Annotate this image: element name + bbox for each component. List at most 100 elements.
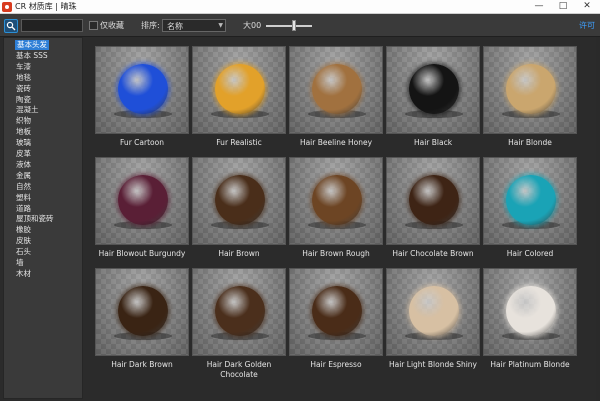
sidebar-item[interactable]: 皮革: [16, 149, 31, 159]
sidebar-item[interactable]: 墙: [16, 258, 24, 268]
minimize-icon[interactable]: —: [527, 0, 551, 13]
material-thumbnail: [95, 46, 189, 134]
title-bar: CR 材质库 | 晴珠 — □ ✕: [0, 0, 600, 14]
sidebar-item[interactable]: 塑料: [16, 193, 31, 203]
material-thumbnail: [386, 157, 480, 245]
material-label: Hair Colored: [506, 249, 554, 258]
material-label: Hair Platinum Blonde: [490, 360, 570, 369]
search-icon[interactable]: [4, 19, 18, 33]
material-preview-sphere: [118, 286, 168, 336]
sidebar-item[interactable]: 自然: [16, 182, 31, 192]
material-thumbnail: [289, 157, 383, 245]
app-logo-icon: [2, 1, 12, 12]
material-preview-sphere: [312, 64, 362, 114]
material-preview-sphere: [506, 175, 556, 225]
material-thumbnail: [386, 268, 480, 356]
material-preview-sphere: [312, 175, 362, 225]
material-card[interactable]: Hair Dark Brown: [95, 268, 189, 370]
sidebar-item[interactable]: 橡胶: [16, 225, 31, 235]
sidebar-item[interactable]: 皮肤: [16, 236, 31, 246]
sidebar-item[interactable]: 金属: [16, 171, 31, 181]
material-label: Hair Light Blonde Shiny: [388, 360, 477, 369]
material-preview-sphere: [409, 175, 459, 225]
material-card[interactable]: Hair Blowout Burgundy: [95, 157, 189, 259]
sidebar-item[interactable]: 木材: [16, 269, 31, 279]
category-sidebar: 基本头发 基本 SSS 车漆 地毯 瓷砖 陶瓷 混凝土 织物 地板 玻璃 皮革 液体 金属 自然 塑料 道路屋…: [3, 37, 83, 399]
close-icon[interactable]: ✕: [575, 0, 599, 13]
grid-scrollbar[interactable]: [596, 37, 600, 401]
material-label: Hair Beeline Honey: [299, 138, 373, 147]
material-card[interactable]: Hair Colored: [483, 157, 577, 259]
material-card[interactable]: Hair Dark Golden Chocolate: [192, 268, 286, 380]
material-card[interactable]: Hair Black: [386, 46, 480, 148]
sidebar-item[interactable]: 石头: [16, 247, 31, 257]
material-label: Hair Chocolate Brown: [392, 249, 474, 258]
sidebar-item[interactable]: 织物: [16, 116, 31, 126]
material-thumbnail: [192, 157, 286, 245]
material-preview-sphere: [409, 64, 459, 114]
material-label: Hair Blowout Burgundy: [98, 249, 186, 258]
search-input[interactable]: [21, 19, 83, 32]
sidebar-item[interactable]: 屋顶和瓷砖: [16, 214, 54, 224]
material-label: Hair Blonde: [508, 138, 552, 147]
sidebar-item[interactable]: 玻璃: [16, 138, 31, 148]
material-label: Hair Dark Brown: [111, 360, 173, 369]
sidebar-item[interactable]: 液体: [16, 160, 31, 170]
material-card[interactable]: Hair Platinum Blonde: [483, 268, 577, 370]
material-label: Hair Black: [413, 138, 453, 147]
material-thumbnail: [483, 157, 577, 245]
material-card[interactable]: Hair Light Blonde Shiny: [386, 268, 480, 370]
sidebar-item[interactable]: 地板: [16, 127, 31, 137]
material-label: Hair Brown Rough: [302, 249, 370, 258]
material-label: Fur Cartoon: [120, 138, 164, 147]
material-grid: Fur Cartoon Fur Realistic Hair Beeline Hon…: [89, 40, 596, 401]
material-thumbnail: [192, 46, 286, 134]
maximize-icon[interactable]: □: [551, 0, 575, 13]
material-card[interactable]: Fur Realistic: [192, 46, 286, 148]
material-card[interactable]: Hair Espresso: [289, 268, 383, 370]
material-preview-sphere: [409, 286, 459, 336]
material-thumbnail: [95, 157, 189, 245]
sidebar-item[interactable]: 基本头发: [15, 40, 49, 50]
material-thumbnail: [289, 268, 383, 356]
material-label: Hair Espresso: [310, 360, 362, 369]
material-preview-sphere: [215, 64, 265, 114]
material-card[interactable]: Fur Cartoon: [95, 46, 189, 148]
material-card[interactable]: Hair Brown: [192, 157, 286, 259]
sidebar-item[interactable]: 混凝土: [16, 105, 39, 115]
sidebar-item[interactable]: 道路: [16, 204, 31, 214]
material-preview-sphere: [118, 64, 168, 114]
material-label: Hair Brown: [218, 249, 260, 258]
favorites-label: 仅收藏: [100, 21, 124, 30]
material-preview-sphere: [312, 286, 362, 336]
material-preview-sphere: [215, 286, 265, 336]
size-label: 大00: [243, 21, 262, 30]
material-preview-sphere: [118, 175, 168, 225]
favorites-checkbox[interactable]: [89, 21, 98, 30]
sidebar-item[interactable]: 基本 SSS: [16, 51, 48, 61]
material-label: Hair Dark Golden Chocolate: [206, 360, 272, 379]
sidebar-item[interactable]: 陶瓷: [16, 95, 31, 105]
material-thumbnail: [289, 46, 383, 134]
material-card[interactable]: Hair Beeline Honey: [289, 46, 383, 148]
material-thumbnail: [386, 46, 480, 134]
material-preview-sphere: [215, 175, 265, 225]
material-card[interactable]: Hair Blonde: [483, 46, 577, 148]
material-thumbnail: [192, 268, 286, 356]
sort-label: 排序:: [141, 21, 160, 30]
sidebar-item[interactable]: 瓷砖: [16, 84, 31, 94]
sidebar-item[interactable]: 车漆: [16, 62, 31, 72]
toolbar: 仅收藏 排序: 名称 ▼ 大00 许可: [0, 14, 600, 37]
sort-dropdown[interactable]: 名称 ▼: [162, 19, 226, 32]
material-card[interactable]: Hair Brown Rough: [289, 157, 383, 259]
size-slider-track[interactable]: [266, 25, 312, 27]
size-slider-handle[interactable]: [291, 20, 296, 31]
chevron-down-icon: ▼: [218, 22, 223, 29]
material-preview-sphere: [506, 286, 556, 336]
material-preview-sphere: [506, 64, 556, 114]
sort-value: 名称: [167, 22, 183, 31]
sidebar-item[interactable]: 地毯: [16, 73, 31, 83]
material-card[interactable]: Hair Chocolate Brown: [386, 157, 480, 259]
window-title: CR 材质库 | 晴珠: [15, 2, 77, 11]
license-link[interactable]: 许可: [579, 20, 595, 31]
